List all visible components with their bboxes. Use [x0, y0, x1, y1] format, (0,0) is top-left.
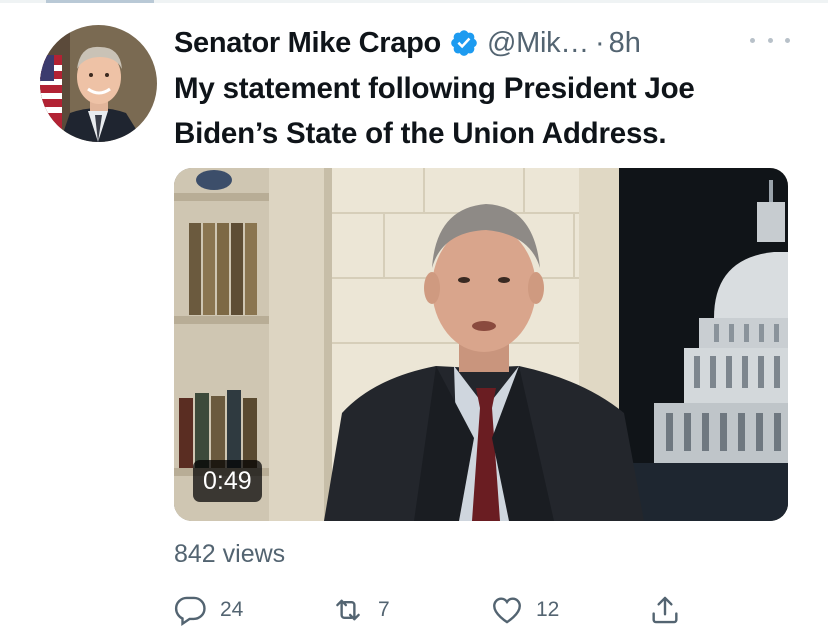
- tweet-text-line-1: My statement following President Joe: [174, 72, 695, 105]
- reply-button[interactable]: 24: [174, 590, 243, 630]
- author-name[interactable]: Senator Mike Crapo: [174, 27, 441, 60]
- share-button[interactable]: [648, 590, 682, 630]
- reply-icon: [174, 593, 208, 627]
- video-duration-badge: 0:49: [193, 460, 262, 502]
- tweet-text-line-2: Biden’s State of the Union Address.: [174, 117, 667, 150]
- tweet-text: My statement following President Joe Bid…: [174, 66, 804, 156]
- like-count: 12: [536, 598, 560, 621]
- view-count: 842 views: [174, 540, 286, 568]
- verified-badge-icon: [449, 28, 479, 58]
- video-thumbnail[interactable]: [174, 168, 788, 521]
- share-icon: [648, 593, 682, 627]
- retweet-button[interactable]: 7: [330, 590, 390, 630]
- retweet-icon: [330, 593, 366, 627]
- tweet-header: Senator Mike Crapo @Mik… · 8h: [174, 22, 641, 64]
- top-divider: [0, 0, 828, 3]
- heart-icon: [490, 593, 524, 627]
- more-dots-icon[interactable]: [750, 30, 790, 50]
- reply-count: 24: [220, 598, 244, 621]
- scroll-indicator: [46, 0, 154, 3]
- tweet-timestamp[interactable]: 8h: [609, 27, 641, 60]
- retweet-count: 7: [378, 598, 390, 621]
- avatar[interactable]: [40, 25, 157, 142]
- author-handle[interactable]: @Mik…: [487, 27, 589, 60]
- separator-dot: ·: [595, 26, 605, 59]
- like-button[interactable]: 12: [490, 590, 559, 630]
- action-bar: 24 7 12: [174, 590, 694, 630]
